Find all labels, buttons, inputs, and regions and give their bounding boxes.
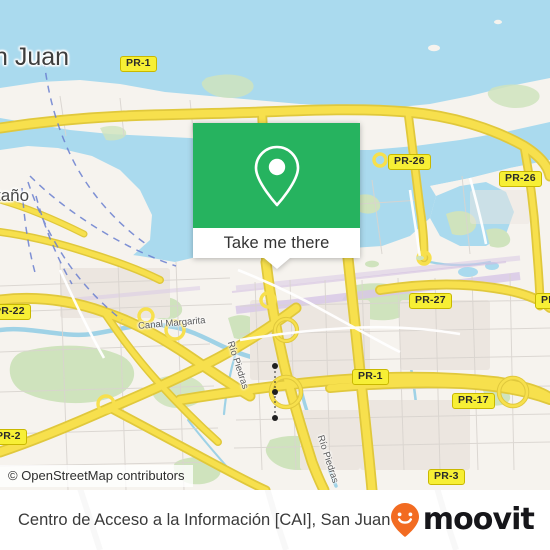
map-label-catano: taño xyxy=(0,186,30,205)
footer-bar: Centro de Acceso a la Información [CAI],… xyxy=(0,490,550,550)
road-shield-pr-22[interactable]: PR-22 xyxy=(0,304,31,320)
place-title: Centro de Acceso a la Información [CAI],… xyxy=(18,510,391,529)
callout-header xyxy=(193,123,360,228)
moovit-logo[interactable]: moovit xyxy=(390,502,535,538)
road-shield-pr-3[interactable]: PR-3 xyxy=(428,469,465,485)
road-shield-pr-edge[interactable]: PR xyxy=(535,293,550,309)
map-canvas[interactable]: n Juan taño Canal Margarita Río Piedras … xyxy=(0,0,550,490)
take-me-there-label: Take me there xyxy=(223,233,330,252)
road-shield-pr-26-west[interactable]: PR-26 xyxy=(388,154,431,170)
moovit-wordmark: moovit xyxy=(422,502,535,537)
road-shield-pr-26-east[interactable]: PR-26 xyxy=(499,171,542,187)
callout-pointer xyxy=(263,258,290,269)
map-label-san-juan: n Juan xyxy=(0,43,70,71)
road-shield-pr-27[interactable]: PR-27 xyxy=(409,293,452,309)
location-callout-card[interactable]: Take me there xyxy=(193,123,360,269)
osm-attribution[interactable]: © OpenStreetMap contributors xyxy=(0,465,193,487)
road-shield-pr-2[interactable]: PR-2 xyxy=(0,429,27,445)
road-shield-pr-1-north[interactable]: PR-1 xyxy=(120,56,157,72)
map-pin-icon xyxy=(254,145,299,206)
road-shield-pr-1-south[interactable]: PR-1 xyxy=(352,369,389,385)
callout-action-bar[interactable]: Take me there xyxy=(193,228,360,258)
road-shield-pr-17[interactable]: PR-17 xyxy=(452,393,495,409)
moovit-pin-icon xyxy=(390,503,419,537)
moovit-map-screenshot: n Juan taño Canal Margarita Río Piedras … xyxy=(0,0,550,550)
